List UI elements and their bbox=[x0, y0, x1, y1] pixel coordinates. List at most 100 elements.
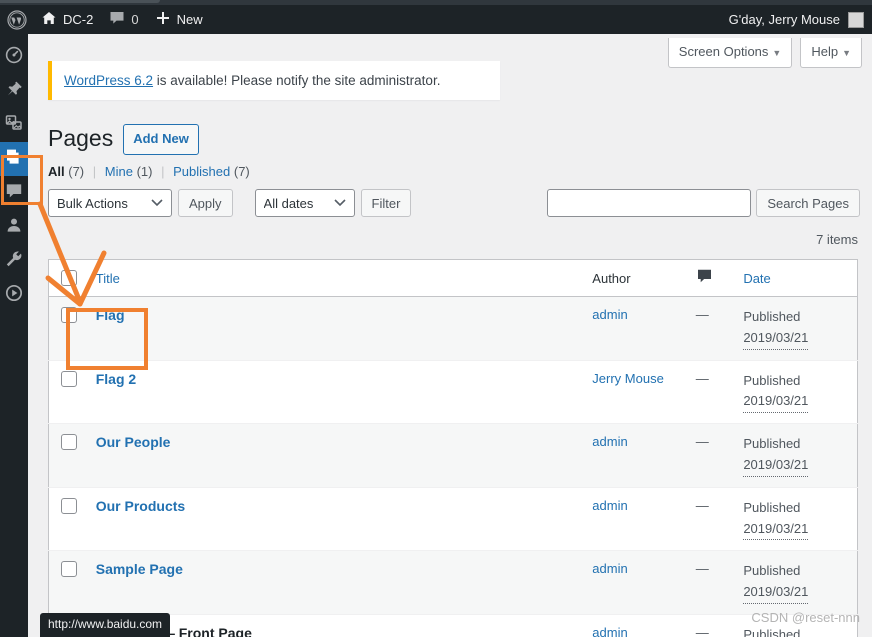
row-comments-value: — bbox=[695, 561, 709, 577]
wordpress-logo-icon[interactable] bbox=[0, 5, 33, 34]
row-title-link[interactable]: Flag bbox=[96, 307, 125, 323]
search-input[interactable] bbox=[547, 189, 752, 217]
row-author-link[interactable]: admin bbox=[592, 434, 627, 449]
row-title-link[interactable]: Our Products bbox=[96, 498, 185, 514]
table-row[interactable]: Sample Page admin — Published 2019/03/21 bbox=[48, 550, 858, 615]
bulk-actions-select[interactable]: Bulk Actions bbox=[48, 189, 172, 217]
row-checkbox[interactable] bbox=[61, 561, 77, 578]
wordpress-update-link[interactable]: WordPress 6.2 bbox=[64, 73, 153, 88]
sidebar-item-media[interactable] bbox=[0, 108, 28, 142]
view-count-all: (7) bbox=[68, 164, 85, 179]
row-author-link[interactable]: admin bbox=[592, 625, 627, 637]
update-notice: WordPress 6.2 is available! Please notif… bbox=[48, 61, 500, 100]
column-header-title[interactable]: Title bbox=[85, 259, 583, 297]
row-select-cell bbox=[48, 359, 86, 424]
date-filter-select[interactable]: All dates bbox=[254, 189, 355, 217]
row-comments-cell: — bbox=[685, 613, 734, 637]
row-date-cell: Published 2019/03/21 bbox=[733, 486, 858, 551]
row-author-cell: Jerry Mouse bbox=[582, 359, 686, 424]
site-name-label: DC-2 bbox=[63, 12, 94, 27]
search-box: Search Pages bbox=[547, 189, 860, 217]
table-row[interactable]: Our Products admin — Published 2019/03/21 bbox=[48, 486, 858, 551]
row-date-value: 2019/03/21 bbox=[743, 519, 809, 541]
views-separator: | bbox=[161, 164, 165, 179]
row-title-link[interactable]: Sample Page bbox=[96, 561, 183, 577]
admin-bar-account-area[interactable]: G'day, Jerry Mouse bbox=[729, 11, 872, 28]
page-title-row: Pages Add New bbox=[48, 124, 199, 155]
row-author-cell: admin bbox=[582, 550, 686, 615]
view-link-mine[interactable]: Mine bbox=[105, 164, 133, 179]
row-title-suffix: — Front Page bbox=[156, 624, 252, 637]
new-label: New bbox=[176, 12, 203, 27]
select-all-checkbox[interactable] bbox=[61, 270, 77, 286]
view-link-published[interactable]: Published bbox=[173, 164, 230, 179]
row-checkbox[interactable] bbox=[61, 434, 77, 451]
view-link-all[interactable]: All bbox=[48, 164, 65, 179]
sidebar-item-tools[interactable] bbox=[0, 244, 28, 278]
wrench-icon bbox=[5, 250, 23, 273]
sidebar-item-pages[interactable] bbox=[0, 142, 36, 176]
column-header-comments[interactable] bbox=[685, 259, 734, 297]
row-checkbox[interactable] bbox=[61, 497, 77, 514]
row-date-value: 2019/03/21 bbox=[743, 455, 809, 477]
sidebar-item-dashboard[interactable] bbox=[0, 40, 28, 74]
row-title-link[interactable]: Our People bbox=[96, 434, 171, 450]
row-title-link[interactable]: Flag 2 bbox=[96, 371, 136, 387]
row-date-cell: Published 2019/03/21 bbox=[733, 296, 858, 361]
table-row[interactable]: Flag admin — Published 2019/03/21 bbox=[48, 296, 858, 361]
row-date-wrap: Published2019/03/21 bbox=[743, 307, 847, 350]
help-label: Help bbox=[811, 44, 839, 59]
table-header-row: Title Author Date bbox=[48, 259, 858, 297]
row-status-label: Published bbox=[743, 436, 801, 452]
sidebar-item-settings[interactable] bbox=[0, 278, 28, 312]
column-author-label: Author bbox=[592, 270, 631, 286]
apply-button[interactable]: Apply bbox=[178, 189, 233, 217]
filter-button[interactable]: Filter bbox=[360, 189, 412, 217]
row-author-cell: admin bbox=[582, 296, 686, 361]
search-pages-button[interactable]: Search Pages bbox=[756, 189, 860, 217]
sidebar-item-users[interactable] bbox=[0, 210, 28, 244]
row-title-cell: Our Products bbox=[85, 486, 583, 551]
media-photos-icon bbox=[5, 114, 23, 137]
row-select-cell bbox=[48, 423, 86, 488]
admin-sidebar-menu bbox=[0, 34, 36, 637]
row-status-label: Published bbox=[743, 626, 801, 637]
pushpin-icon bbox=[5, 80, 23, 103]
row-date-value: 2019/03/21 bbox=[743, 328, 809, 350]
row-date-wrap: Published2019/03/21 bbox=[743, 561, 847, 604]
row-date-wrap: Published2019/03/21 bbox=[743, 498, 847, 541]
row-title-cell: Our People bbox=[85, 423, 583, 488]
row-author-link[interactable]: admin bbox=[592, 498, 627, 513]
views-filter-links: All (7) | Mine (1) | Published (7) bbox=[48, 164, 250, 179]
row-author-link[interactable]: admin bbox=[592, 307, 627, 322]
sidebar-item-comments[interactable] bbox=[0, 176, 28, 210]
browser-tab-strip bbox=[0, 0, 160, 3]
row-date-cell: Published 2019/03/21 bbox=[733, 550, 858, 615]
comment-bubble-icon bbox=[5, 182, 23, 205]
row-checkbox[interactable] bbox=[61, 307, 77, 323]
row-author-link[interactable]: Jerry Mouse bbox=[592, 371, 664, 386]
table-row[interactable]: Our People admin — Published 2019/03/21 bbox=[48, 423, 858, 488]
screen-meta-links: Screen Options ▼ Help ▼ bbox=[667, 38, 862, 69]
comments-bubble-link[interactable]: 0 bbox=[101, 5, 146, 34]
add-new-button[interactable]: Add New bbox=[123, 124, 199, 155]
sidebar-item-posts[interactable] bbox=[0, 74, 28, 108]
row-title-cell: Flag bbox=[85, 296, 583, 361]
plus-icon bbox=[155, 10, 171, 29]
row-date-wrap: Published2019/03/21 bbox=[743, 625, 847, 637]
browser-status-url: http://www.baidu.com bbox=[40, 613, 171, 637]
displaying-num: 7 items bbox=[816, 232, 858, 247]
row-comments-value: — bbox=[695, 497, 709, 513]
row-author-link[interactable]: admin bbox=[592, 561, 627, 576]
table-row[interactable]: Flag 2 Jerry Mouse — Published 2019/03/21 bbox=[48, 359, 858, 424]
view-count-published: (7) bbox=[233, 164, 250, 179]
new-content-link[interactable]: New bbox=[147, 5, 211, 34]
screen-options-button[interactable]: Screen Options ▼ bbox=[667, 38, 793, 69]
column-header-date[interactable]: Date bbox=[733, 259, 858, 297]
row-checkbox[interactable] bbox=[61, 370, 77, 387]
site-name-link[interactable]: DC-2 bbox=[33, 5, 101, 34]
avatar bbox=[848, 11, 864, 28]
help-button[interactable]: Help ▼ bbox=[800, 38, 862, 69]
table-nav-top: Bulk Actions Apply All dates Filter bbox=[48, 189, 412, 217]
row-comments-value: — bbox=[695, 434, 709, 450]
